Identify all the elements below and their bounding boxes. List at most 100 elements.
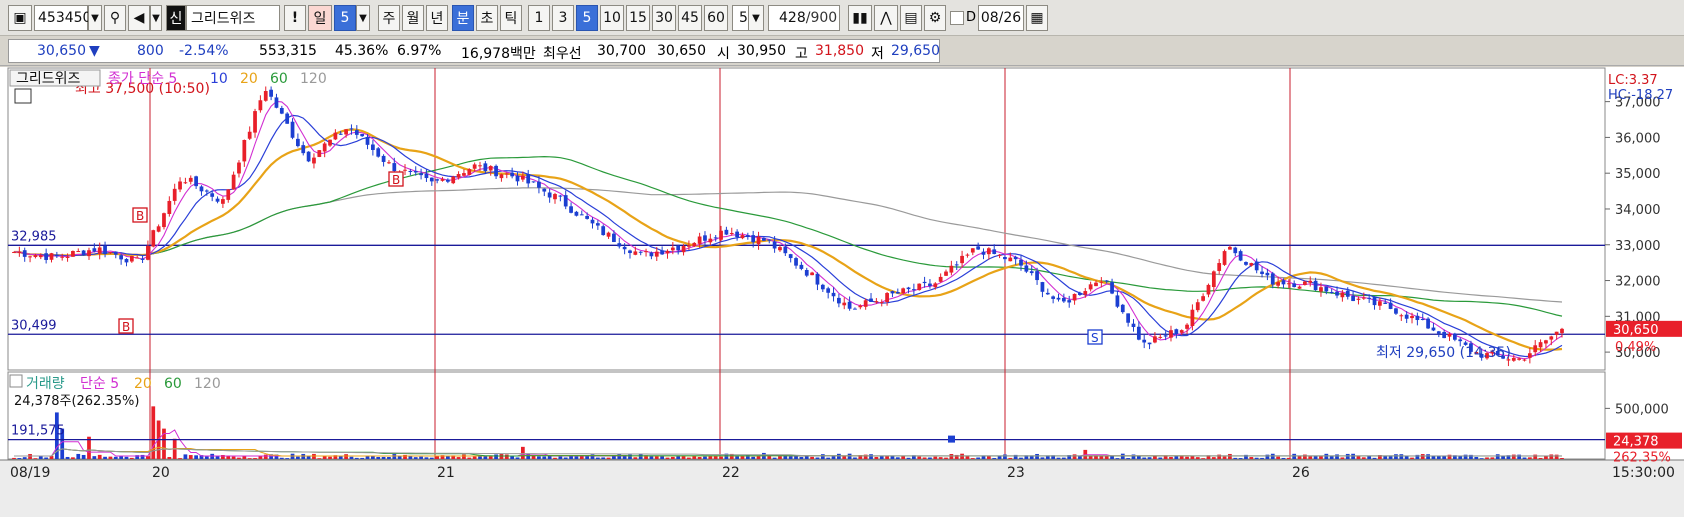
candle-body [478, 165, 482, 167]
volume-bar [1356, 456, 1361, 459]
volume-bar [799, 456, 804, 459]
candle-body [676, 245, 681, 251]
volume-legend-period: 120 [194, 376, 221, 392]
candle-body [1185, 324, 1189, 329]
candle-body [338, 133, 343, 135]
candle-body [890, 291, 895, 294]
candle-body [960, 255, 964, 264]
candle-body [1420, 318, 1425, 320]
candle-body [1549, 336, 1554, 340]
volume-bar [697, 457, 702, 459]
volume-legend-series: 단순 5 [80, 376, 119, 392]
candle-body [1003, 256, 1007, 260]
volume-bar [1238, 458, 1243, 459]
chart-svg[interactable]: 08/19 20 21 22 23 26 15:30:0037,00036,00035,00… [0, 67, 1684, 517]
candle-body [22, 250, 27, 257]
interval-45-button[interactable]: 45 [678, 5, 702, 31]
candle-body [1169, 330, 1173, 338]
candle-body [1088, 284, 1093, 290]
volume-bar [242, 456, 247, 459]
candle-body [1511, 357, 1516, 361]
interval-3-button[interactable]: 3 [552, 5, 574, 31]
y-tick-label: 34,000 [1615, 203, 1661, 218]
candle-body [778, 247, 782, 251]
gear-icon[interactable]: ⚙ [924, 5, 946, 31]
candle-body [221, 199, 225, 204]
code-dropdown-button[interactable]: ▼ [88, 5, 102, 31]
volume-bar [1335, 454, 1339, 459]
candle-body [949, 265, 954, 273]
volume-bar [1061, 457, 1066, 459]
alert-button[interactable]: ! [284, 5, 306, 31]
candle-body [1458, 339, 1463, 342]
calendar-icon[interactable]: ▦ [1026, 5, 1048, 31]
interval-5-button[interactable]: 5 [576, 5, 598, 31]
turnover-pct: 6.97% [397, 43, 442, 59]
y-tick-label: 33,000 [1615, 239, 1661, 254]
signal-label: B [136, 209, 144, 223]
candle-body [172, 188, 177, 201]
stock-code-input[interactable]: 453450 [34, 5, 91, 31]
volume-bar [204, 456, 209, 459]
count-input[interactable]: 428/900 [768, 5, 840, 31]
period-minute-button[interactable]: 분 [452, 5, 474, 31]
period-week-button[interactable]: 주 [378, 5, 400, 31]
interval-30-button[interactable]: 30 [652, 5, 676, 31]
volume-bar [1340, 457, 1345, 459]
candle-body [644, 251, 648, 253]
stock-name[interactable]: 그리드위즈 [186, 5, 280, 31]
legend-title: 그리드위즈 [16, 71, 81, 87]
volume-bar [376, 456, 381, 459]
period-day-button[interactable]: 일 [308, 5, 332, 31]
period-second-button[interactable]: 초 [476, 5, 498, 31]
current-price: 30,650 [37, 43, 86, 59]
x-axis-strip [0, 460, 1684, 517]
period-num-button[interactable]: 5 [334, 5, 356, 31]
candle-body [1388, 302, 1393, 309]
line-chart-icon[interactable]: ⋀ [874, 5, 898, 31]
menu-icon[interactable]: ▣ [8, 5, 32, 31]
volume-bar [349, 456, 354, 459]
save-icon[interactable]: ▤ [900, 5, 922, 31]
candle-body [285, 113, 290, 124]
interval-1-button[interactable]: 1 [528, 5, 550, 31]
period-month-button[interactable]: 월 [402, 5, 424, 31]
x-tick-label: 08/19 [10, 465, 50, 481]
chart-area[interactable]: 08/19 20 21 22 23 26 15:30:00 37,000 36,000 35,00… [0, 67, 1684, 517]
candle-body [1249, 263, 1254, 266]
interval-label: 15 [629, 10, 647, 26]
period-dropdown-button[interactable]: ▼ [356, 5, 370, 31]
candle-body [1206, 284, 1211, 295]
volume-bar [1495, 454, 1500, 459]
interval-label: 10 [603, 10, 621, 26]
candle-type-icon[interactable]: ▮▮ [848, 5, 872, 31]
volume-bar [483, 456, 488, 459]
candle-body [92, 248, 97, 252]
volume-bar [938, 457, 943, 459]
candle-body [188, 177, 193, 182]
candle-body [1533, 345, 1538, 353]
search-icon[interactable]: ⚲ [104, 5, 126, 31]
candle-body [831, 292, 836, 297]
date-input[interactable]: 08/26 [978, 5, 1024, 31]
volume-bar [215, 456, 220, 459]
volume-bar [1490, 457, 1495, 459]
date-checkbox[interactable] [950, 11, 964, 25]
speaker-dropdown-button[interactable]: ▼ [150, 5, 162, 31]
interval-10-button[interactable]: 10 [600, 5, 624, 31]
candle-body [81, 250, 86, 256]
candle-body [1158, 336, 1163, 338]
interval-dropdown-button[interactable]: ▼ [748, 5, 764, 31]
speaker-icon[interactable]: ◀ [128, 5, 150, 31]
period-tick-button[interactable]: 틱 [500, 5, 522, 31]
candle-body [435, 179, 440, 181]
period-year-button[interactable]: 년 [426, 5, 448, 31]
volume-bar [22, 457, 27, 459]
candle-body [847, 301, 852, 309]
reference-line-label: 30,499 [11, 318, 57, 333]
candle-body [129, 255, 134, 262]
volume-bar [194, 455, 198, 459]
candle-body [1110, 282, 1114, 294]
interval-15-button[interactable]: 15 [626, 5, 650, 31]
interval-60-button[interactable]: 60 [704, 5, 728, 31]
